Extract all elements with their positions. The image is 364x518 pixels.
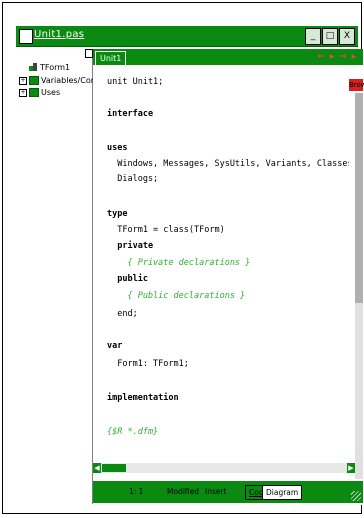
code-line: public: [107, 274, 148, 284]
code-line: Dialogs;: [107, 174, 159, 184]
tree-root-item[interactable]: TForm1: [29, 63, 70, 72]
code-line: unit Unit1;: [107, 77, 164, 87]
code-line: { Public declarations }: [107, 291, 246, 301]
code-line: Form1: TForm1;: [107, 359, 189, 369]
code-line: { Private declarations }: [107, 258, 251, 268]
minimize-button[interactable]: _: [305, 28, 321, 45]
resize-grip-icon[interactable]: [351, 491, 361, 501]
code-line: type: [107, 209, 128, 219]
expand-icon[interactable]: +: [19, 76, 27, 85]
code-line: interface: [107, 109, 154, 119]
close-button[interactable]: X: [339, 28, 355, 45]
horizontal-scroll-thumb[interactable]: [102, 464, 126, 472]
nav-arrows-icon[interactable]: ⇐ ▸ ⇒ ▸: [317, 52, 357, 62]
code-explorer-panel: TForm1 + Variables/Constants + Uses: [17, 49, 120, 504]
insert-mode-indicator: Insert: [205, 487, 227, 496]
cursor-position: 1: 1: [129, 487, 144, 496]
code-line: TForm1 = class(TForm): [107, 225, 225, 235]
window-controls: _ □ X: [305, 28, 355, 45]
code-line: private: [107, 241, 154, 251]
tree-item-uses[interactable]: + Uses: [19, 88, 60, 97]
panel-close-handle[interactable]: [85, 49, 93, 58]
maximize-button[interactable]: □: [322, 28, 338, 45]
code-line: uses: [107, 143, 128, 153]
window-title: Unit1.pas: [34, 29, 85, 40]
scroll-left-icon[interactable]: ◀: [93, 463, 101, 473]
horizontal-scrollbar[interactable]: ◀ ▶: [93, 463, 355, 473]
form-icon: [29, 63, 38, 72]
modified-indicator: Modified: [167, 487, 200, 496]
browse-button[interactable]: Brow: [349, 79, 364, 91]
app-icon: [19, 29, 33, 44]
folder-icon: [29, 88, 39, 97]
vertical-scrollbar[interactable]: ▼: [355, 93, 363, 493]
expand-icon[interactable]: +: [19, 88, 27, 97]
tree-item-label: Uses: [41, 88, 61, 97]
code-line: implementation: [107, 393, 179, 403]
folder-icon: [29, 76, 39, 85]
status-bar: 1: 1 Modified Insert Code Diagram: [93, 481, 363, 503]
title-bar[interactable]: Unit1.pas _ □ X: [16, 26, 358, 47]
code-line: var: [107, 341, 123, 351]
code-line: {$R *.dfm}: [107, 427, 159, 437]
code-line: Windows, Messages, SysUtils, Variants, C…: [117, 159, 349, 169]
code-text-area[interactable]: unit Unit1; interface uses Windows, Mess…: [107, 77, 349, 479]
editor-tab-bar: Unit1 ⇐ ▸ ⇒ ▸: [93, 49, 363, 65]
tree-root-label: TForm1: [40, 63, 71, 72]
code-line: end;: [107, 309, 138, 319]
vertical-scroll-thumb[interactable]: [355, 93, 363, 303]
tab-diagram[interactable]: Diagram: [262, 485, 303, 500]
tab-unit1[interactable]: Unit1: [95, 51, 127, 65]
code-editor: Unit1 ⇐ ▸ ⇒ ▸ Brow unit Unit1; interface…: [93, 49, 364, 505]
scroll-right-icon[interactable]: ▶: [347, 463, 355, 473]
